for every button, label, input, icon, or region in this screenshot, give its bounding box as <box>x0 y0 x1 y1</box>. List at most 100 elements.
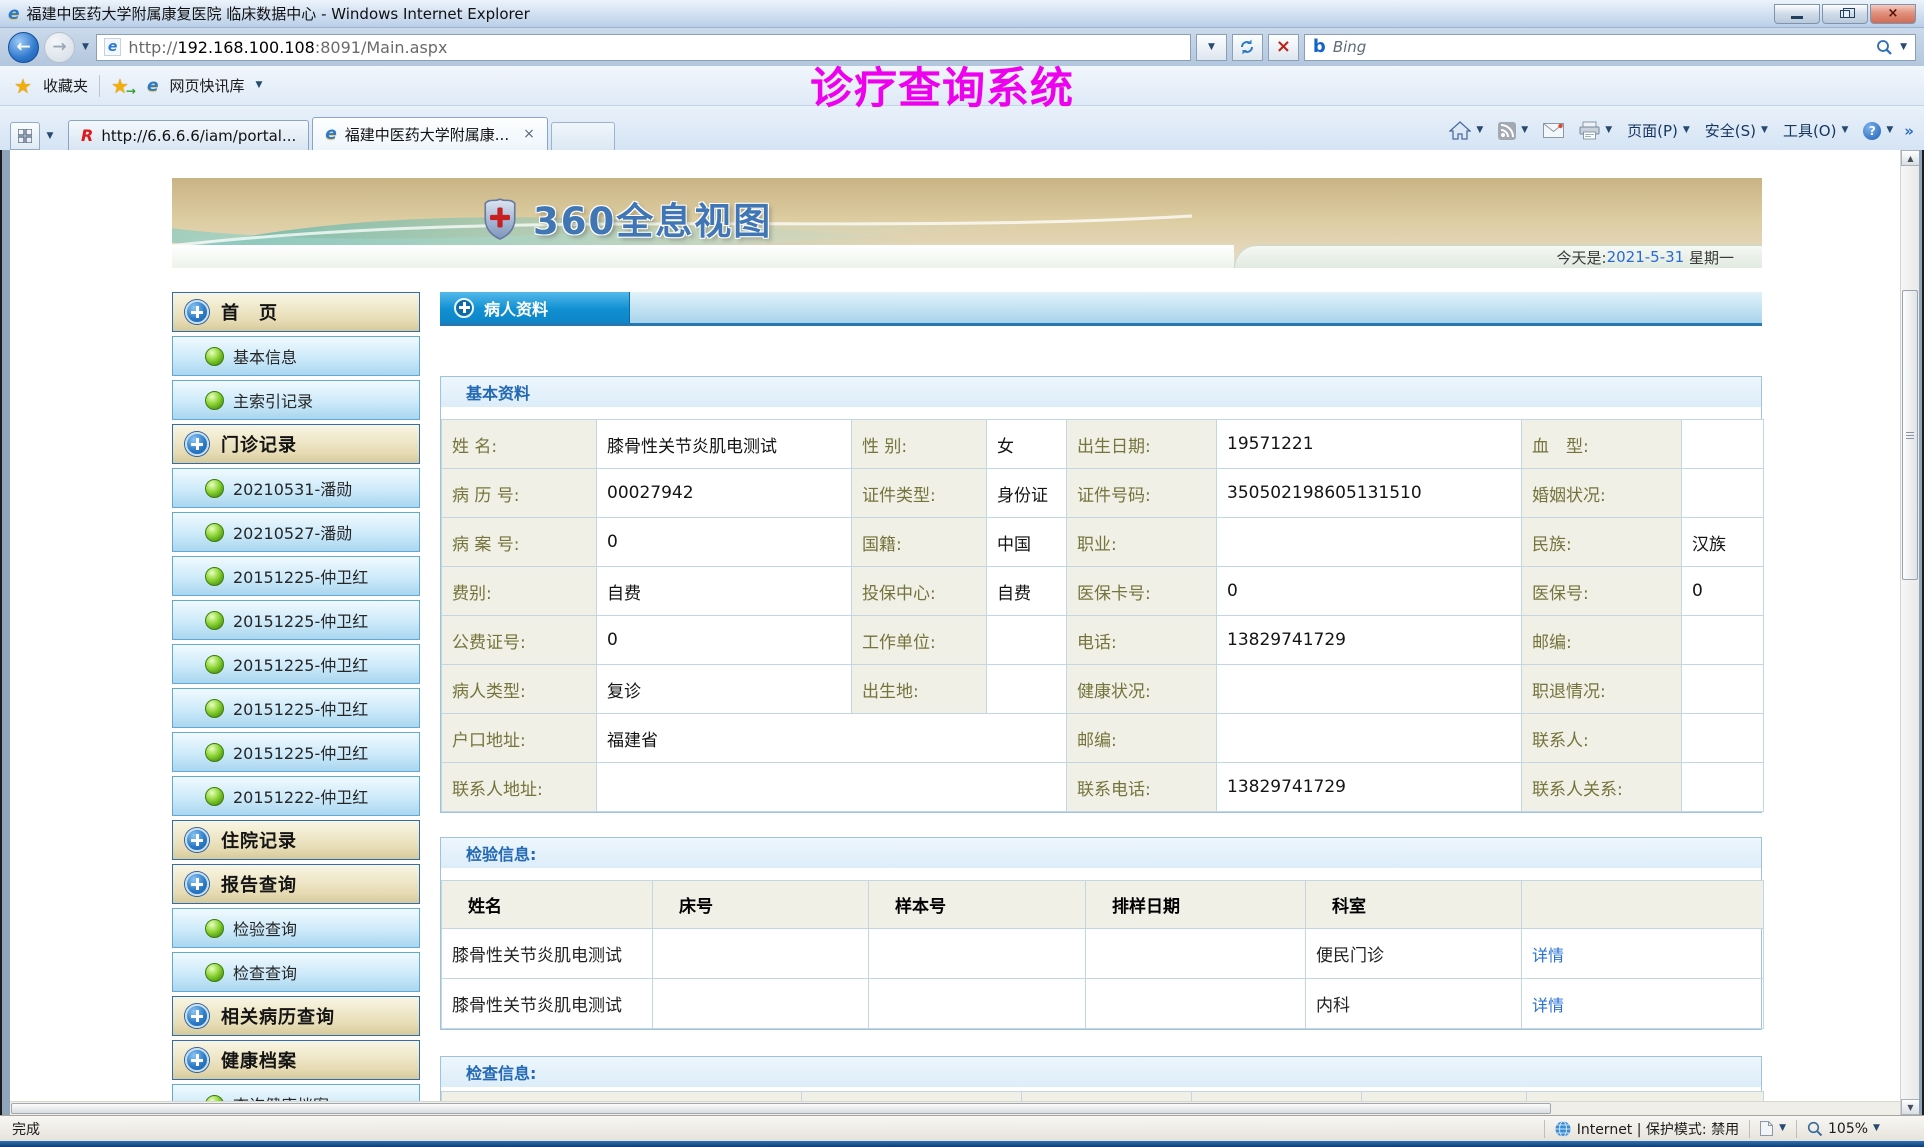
field-value <box>987 616 1067 665</box>
new-tab-button[interactable] <box>551 122 615 150</box>
quick-tabs-button[interactable] <box>10 122 40 150</box>
lab-cell <box>653 979 869 1029</box>
sidebar-section-16[interactable]: 相关病历查询 <box>172 996 420 1036</box>
help-button[interactable]: ?▼ <box>1859 122 1897 140</box>
field-label: 证件类型: <box>852 469 987 518</box>
tab-close-icon[interactable]: × <box>523 126 535 142</box>
restore-button[interactable] <box>1822 4 1868 24</box>
back-button[interactable]: ← <box>8 32 39 63</box>
date-band: 今天是:2021-5-31 星期一 <box>1234 245 1762 268</box>
sidebar-item-1[interactable]: 基本信息 <box>172 336 420 376</box>
recent-pages-dropdown[interactable]: ▼ <box>82 43 89 52</box>
lab-header-row: 姓名床号样本号排样日期科室 <box>442 881 1764 929</box>
field-value: 汉族 <box>1682 518 1764 567</box>
field-label: 户口地址: <box>442 714 597 763</box>
scroll-up-arrow[interactable]: ▲ <box>1901 150 1920 166</box>
refresh-icon <box>1238 38 1256 56</box>
sidebar-item-5[interactable]: 20210527-潘勋 <box>172 512 420 552</box>
minimize-button[interactable] <box>1774 4 1820 24</box>
lab-info-title: 检验信息: <box>441 838 1761 868</box>
field-label: 联系人: <box>1522 714 1682 763</box>
scroll-down-arrow[interactable]: ▼ <box>1901 1099 1920 1115</box>
field-value: 身份证 <box>987 469 1067 518</box>
sidebar-section-0[interactable]: 首 页 <box>172 292 420 332</box>
horizontal-scrollbar-thumb[interactable] <box>11 1103 1551 1114</box>
detail-link[interactable]: 详情 <box>1532 946 1564 965</box>
tab-hospital[interactable]: e 福建中医药大学附属康... × <box>312 117 548 150</box>
separator <box>1544 1120 1545 1138</box>
zoom-level-button[interactable]: 105% ▼ <box>1807 1121 1912 1137</box>
sidebar-section-3[interactable]: 门诊记录 <box>172 424 420 464</box>
sidebar-item-7[interactable]: 20151225-仲卫红 <box>172 600 420 640</box>
basic-info-row: 病 案 号:0国籍:中国职业:民族:汉族 <box>442 518 1764 567</box>
stop-button[interactable]: × <box>1268 34 1299 61</box>
vertical-scrollbar-thumb[interactable] <box>1902 290 1918 580</box>
more-commands-chevron[interactable]: » <box>1904 122 1914 140</box>
field-label: 联系电话: <box>1067 763 1217 812</box>
sidebar-section-13[interactable]: 报告查询 <box>172 864 420 904</box>
security-zone[interactable]: Internet | 保护模式: 禁用 <box>1555 1119 1739 1139</box>
patient-info-tab[interactable]: 病人资料 <box>440 292 630 323</box>
read-mail-button[interactable] <box>1539 123 1568 138</box>
sidebar-label: 20210531-潘勋 <box>233 476 352 500</box>
field-value: 女 <box>987 420 1067 469</box>
sidebar-item-8[interactable]: 20151225-仲卫红 <box>172 644 420 684</box>
lab-data-row: 膝骨性关节炎肌电测试便民门诊详情 <box>442 929 1764 979</box>
field-label: 国籍: <box>852 518 987 567</box>
plus-icon <box>185 872 209 896</box>
sidebar-item-11[interactable]: 20151222-仲卫红 <box>172 776 420 816</box>
home-button[interactable]: ▼ <box>1445 121 1487 140</box>
plus-icon <box>185 300 209 324</box>
search-box[interactable]: b Bing ▼ <box>1304 34 1916 61</box>
sidebar-section-12[interactable]: 住院记录 <box>172 820 420 860</box>
field-label: 出生日期: <box>1067 420 1217 469</box>
column-header: 样本号 <box>869 881 1086 929</box>
sidebar-item-10[interactable]: 20151225-仲卫红 <box>172 732 420 772</box>
sidebar-section-17[interactable]: 健康档案 <box>172 1040 420 1080</box>
detail-link[interactable]: 详情 <box>1532 996 1564 1015</box>
page-menu[interactable]: 页面(P)▼ <box>1623 120 1694 141</box>
forward-button[interactable]: → <box>44 32 75 63</box>
field-value: 膝骨性关节炎肌电测试 <box>597 420 852 469</box>
search-icon[interactable] <box>1876 39 1893 56</box>
sidebar-item-6[interactable]: 20151225-仲卫红 <box>172 556 420 596</box>
safety-menu[interactable]: 安全(S)▼ <box>1701 120 1772 141</box>
url-text: http://192.168.100.108:8091/Main.aspx <box>128 38 447 57</box>
lab-action-cell: 详情 <box>1522 929 1764 979</box>
web-slices-dropdown[interactable]: ▼ <box>256 81 263 90</box>
favorites-button[interactable]: 收藏夹 <box>43 75 88 96</box>
field-label: 职业: <box>1067 518 1217 567</box>
tab-list-button[interactable]: ▼ <box>42 122 58 150</box>
feeds-button[interactable]: ▼ <box>1494 122 1532 140</box>
field-label: 费别: <box>442 567 597 616</box>
sidebar-item-15[interactable]: 检查查询 <box>172 952 420 992</box>
plus-icon <box>185 828 209 852</box>
web-slices-button[interactable]: 网页快讯库 <box>169 75 244 96</box>
search-dropdown[interactable]: ▼ <box>1900 43 1907 52</box>
tab-portal[interactable]: R http://6.6.6.6/iam/portal... <box>68 120 309 150</box>
sidebar-label: 20151225-仲卫红 <box>233 740 368 764</box>
sidebar-item-4[interactable]: 20210531-潘勋 <box>172 468 420 508</box>
horizontal-scrollbar[interactable] <box>10 1101 1900 1115</box>
zoom-magnifier-icon <box>1807 1121 1823 1137</box>
sidebar-item-14[interactable]: 检验查询 <box>172 908 420 948</box>
close-button[interactable]: × <box>1870 4 1916 24</box>
sidebar-label: 检查查询 <box>233 960 297 984</box>
sidebar-item-2[interactable]: 主索引记录 <box>172 380 420 420</box>
refresh-button[interactable] <box>1232 34 1263 61</box>
tools-menu[interactable]: 工具(O)▼ <box>1779 120 1852 141</box>
globe-icon <box>1555 1121 1571 1137</box>
field-label: 电话: <box>1067 616 1217 665</box>
print-button[interactable]: ▼ <box>1575 121 1616 140</box>
field-value: 13829741729 <box>1217 616 1522 665</box>
field-value: 0 <box>1217 567 1522 616</box>
vertical-scrollbar[interactable]: ▲ ▼ <box>1900 150 1919 1115</box>
tab-ie-icon: e <box>325 124 337 144</box>
title-bar: e 福建中医药大学附属康复医院 临床数据中心 - Windows Interne… <box>0 0 1924 28</box>
green-orb-icon <box>205 655 224 674</box>
green-orb-icon <box>205 479 224 498</box>
sidebar-item-9[interactable]: 20151225-仲卫红 <box>172 688 420 728</box>
status-options-button[interactable]: ▼ <box>1760 1121 1786 1136</box>
url-dropdown-button[interactable]: ▼ <box>1196 34 1227 61</box>
field-label: 职退情况: <box>1522 665 1682 714</box>
